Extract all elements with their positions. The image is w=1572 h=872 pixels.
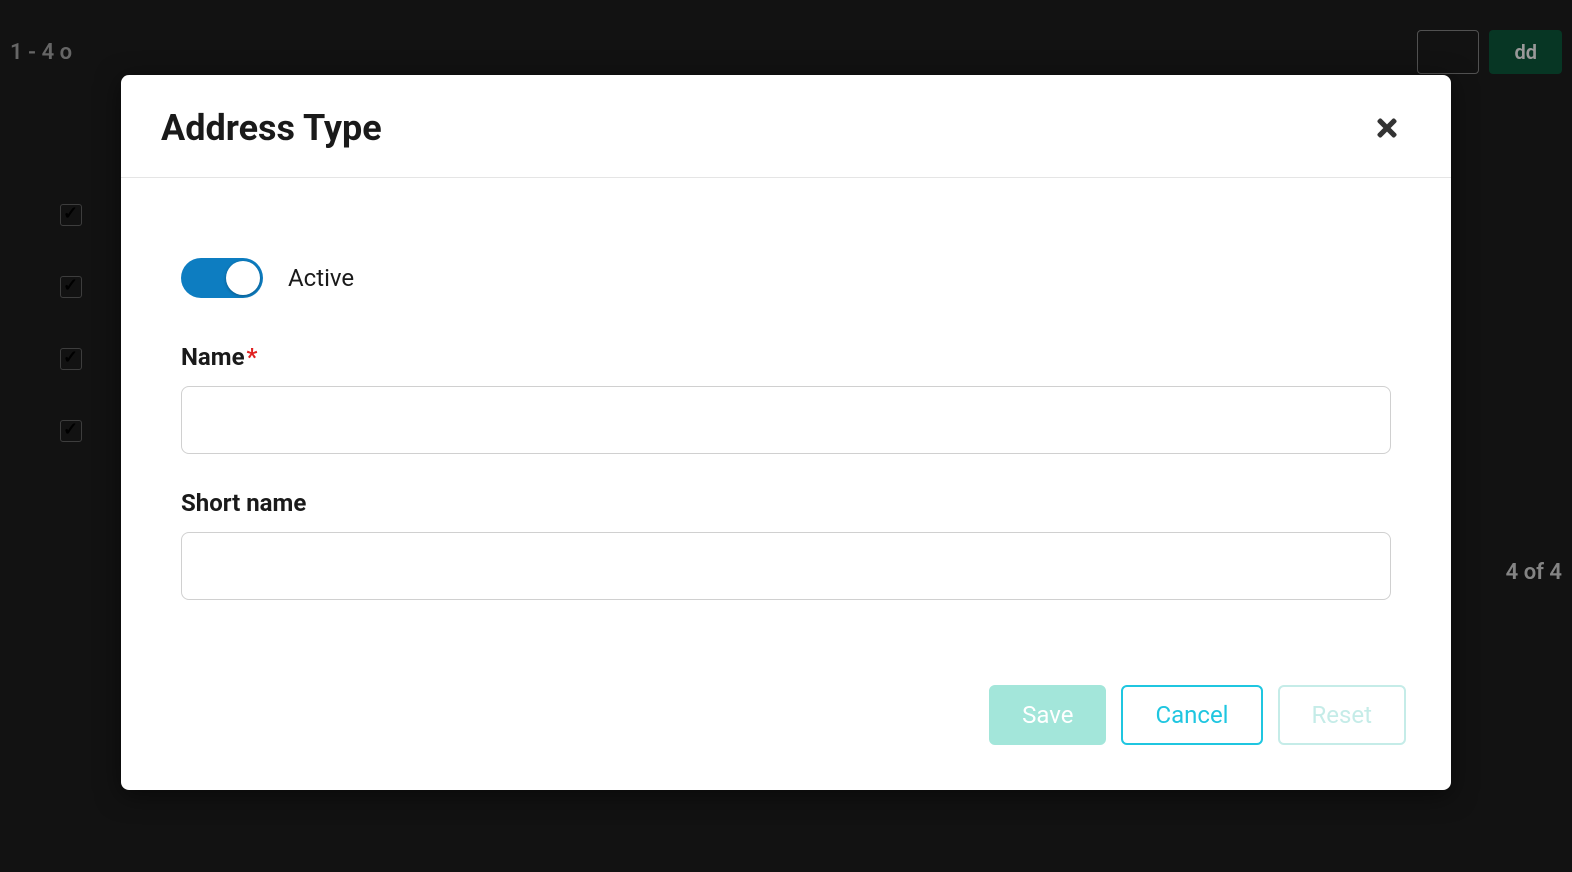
short-name-label: Short name — [181, 489, 1391, 517]
address-type-modal: Address Type Active Name* — [121, 75, 1451, 790]
name-field-group: Name* — [181, 343, 1391, 454]
modal-title: Address Type — [161, 107, 382, 149]
active-toggle[interactable] — [181, 258, 263, 298]
active-toggle-label: Active — [288, 264, 354, 292]
modal-footer: Save Cancel Reset — [121, 675, 1451, 790]
modal-body: Active Name* Short name — [121, 178, 1451, 675]
reset-button[interactable]: Reset — [1278, 685, 1406, 745]
active-toggle-row: Active — [181, 258, 1391, 298]
modal-header: Address Type — [121, 75, 1451, 178]
name-input[interactable] — [181, 386, 1391, 454]
required-indicator: * — [247, 343, 258, 371]
short-name-field-group: Short name — [181, 489, 1391, 600]
modal-overlay: Address Type Active Name* — [0, 0, 1572, 872]
name-label: Name* — [181, 343, 1391, 371]
close-icon — [1373, 114, 1401, 142]
close-button[interactable] — [1373, 114, 1401, 142]
cancel-button[interactable]: Cancel — [1121, 685, 1262, 745]
short-name-input[interactable] — [181, 532, 1391, 600]
toggle-knob — [226, 261, 260, 295]
save-button[interactable]: Save — [989, 685, 1106, 745]
name-label-text: Name — [181, 343, 245, 371]
